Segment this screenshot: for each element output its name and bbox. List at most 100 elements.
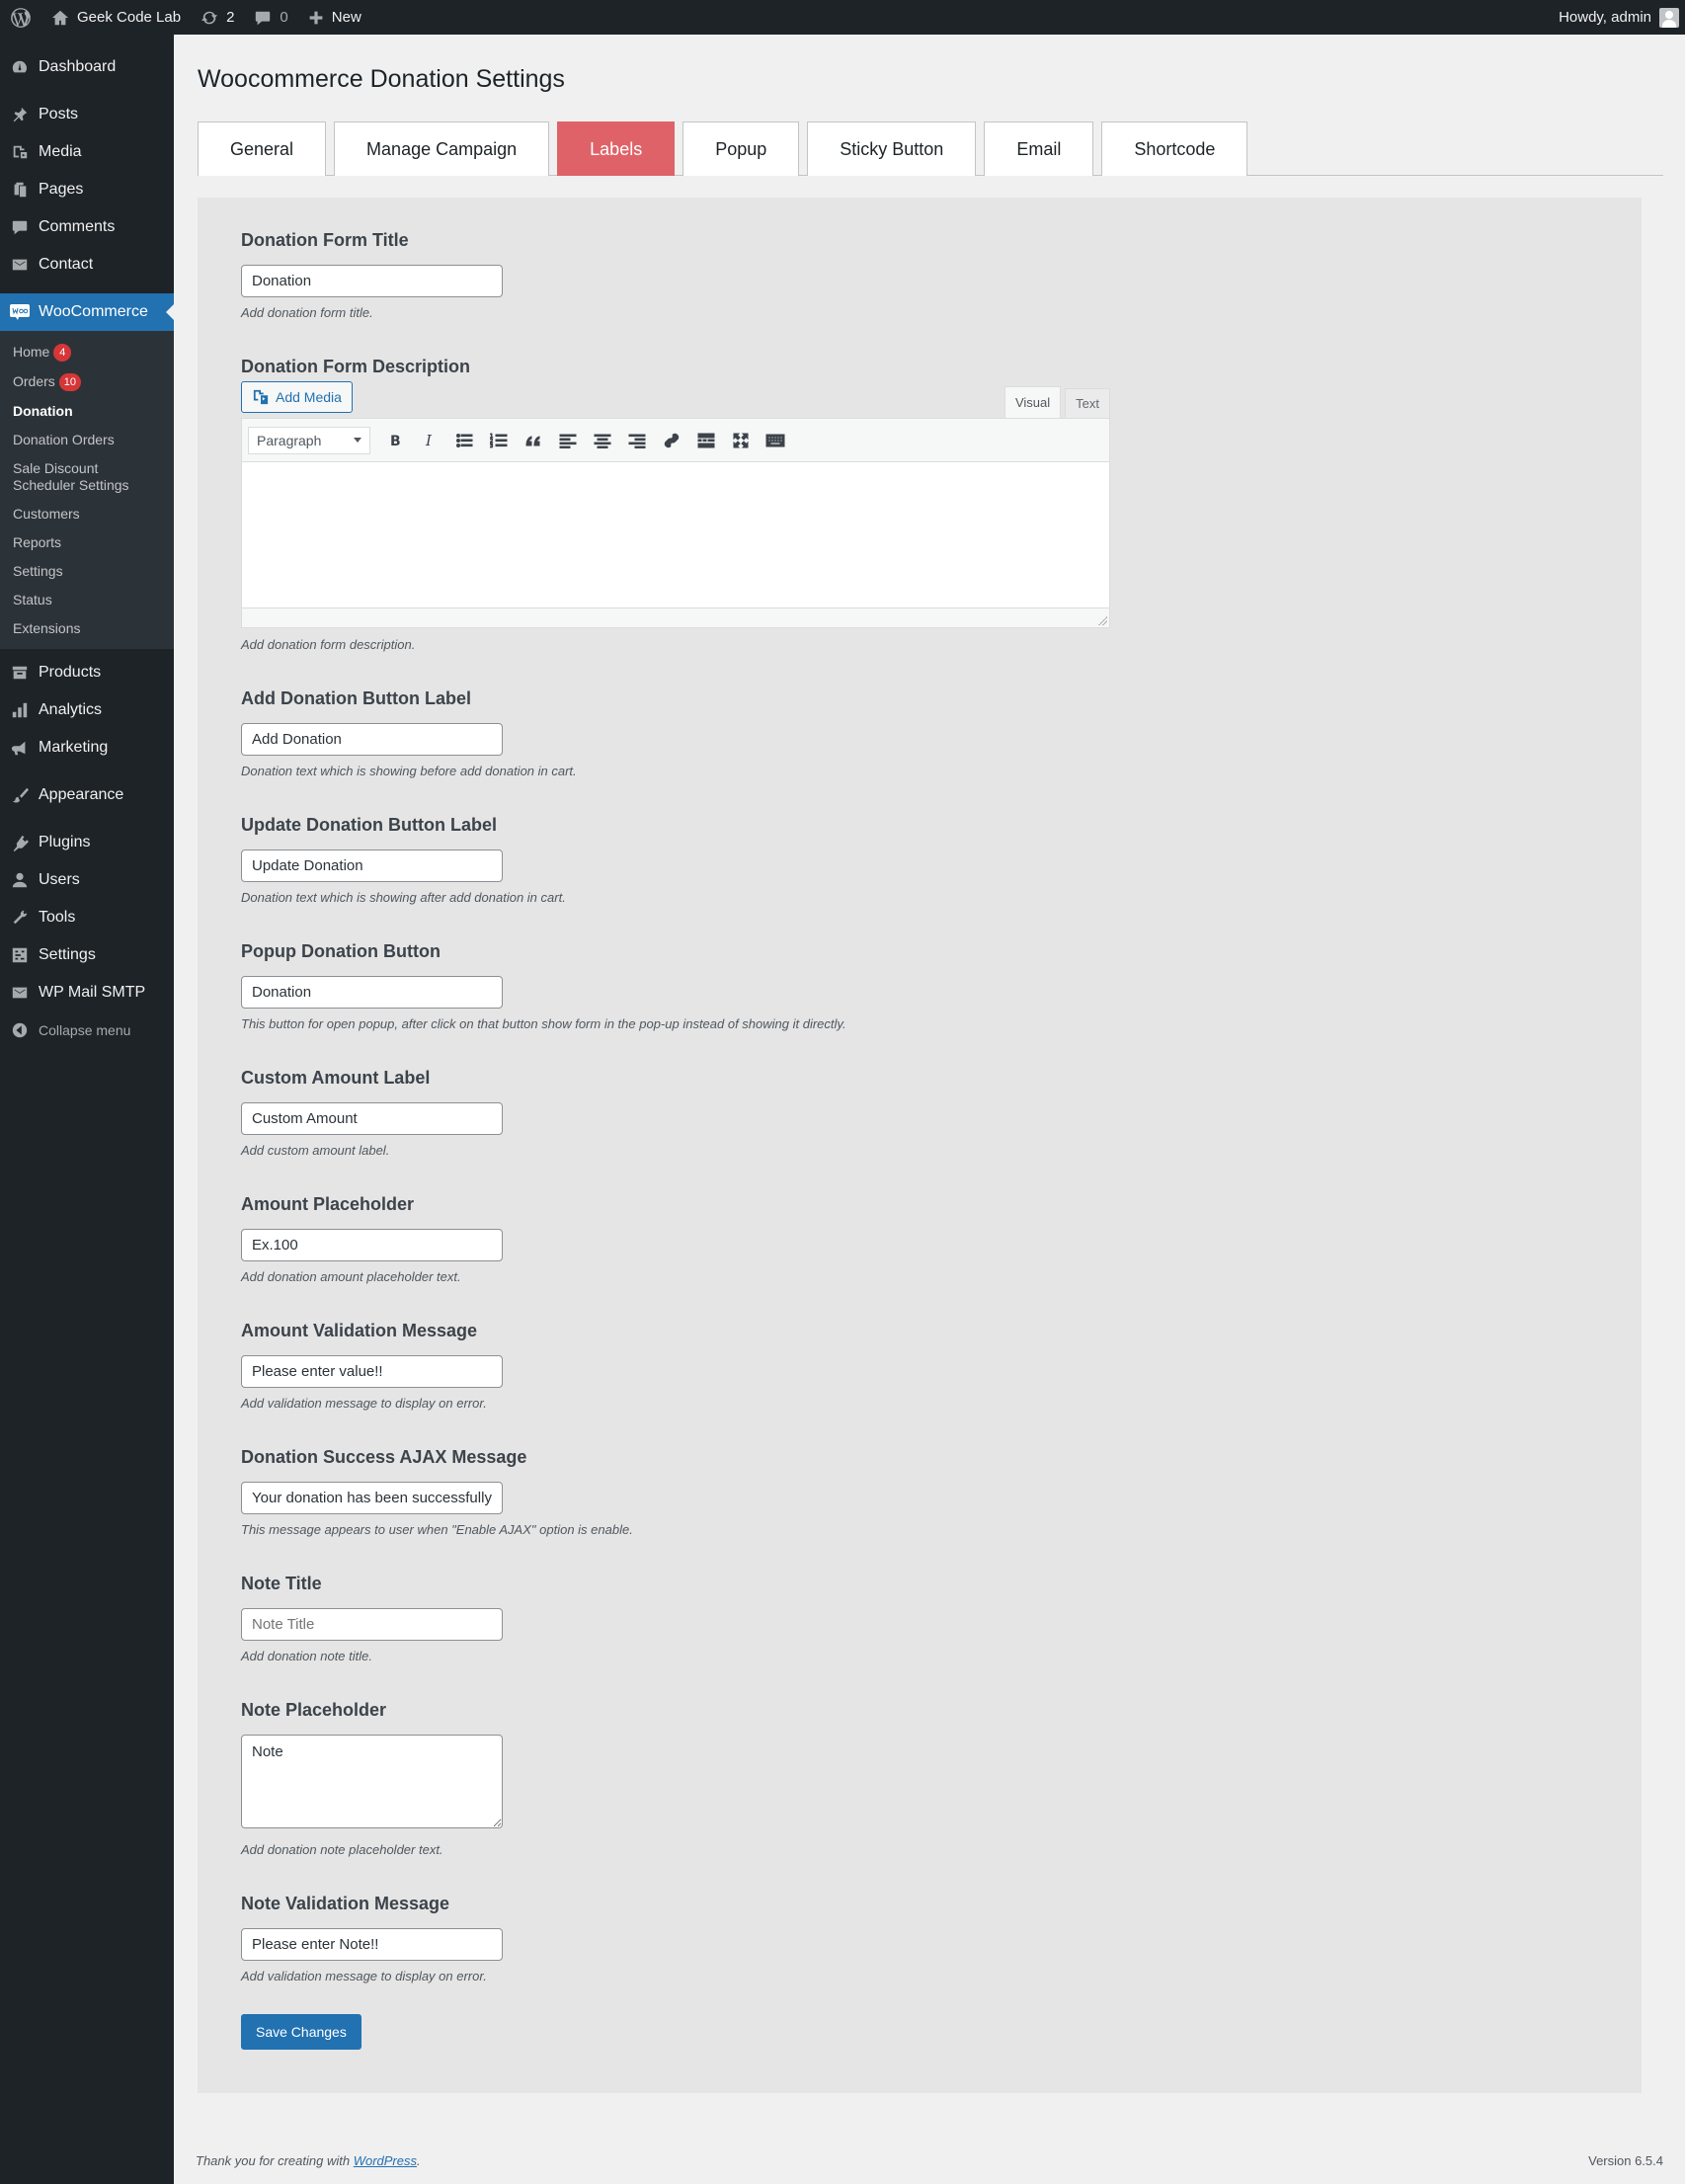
submenu-home[interactable]: Home 4 (0, 338, 174, 367)
editor-tab-text[interactable]: Text (1065, 388, 1110, 418)
menu-contact[interactable]: Contact (0, 246, 174, 283)
menu-tools[interactable]: Tools (0, 899, 174, 936)
pin-icon (10, 105, 30, 124)
submenu-extensions[interactable]: Extensions (0, 614, 174, 643)
tab-manage-campaign[interactable]: Manage Campaign (334, 121, 550, 176)
menu-woocommerce[interactable]: WooCommerce (0, 293, 174, 331)
submenu-sale-discount[interactable]: Sale Discount Scheduler Settings (0, 454, 148, 500)
editor-tab-visual[interactable]: Visual (1003, 386, 1062, 418)
menu-marketing[interactable]: Marketing (0, 729, 174, 767)
field-help: Add validation message to display on err… (241, 1969, 487, 1983)
donation-success-ajax-message-input[interactable] (241, 1482, 503, 1514)
update-donation-button-label-input[interactable] (241, 849, 503, 882)
menu-appearance[interactable]: Appearance (0, 776, 174, 814)
field-amount-validation-message: Amount Validation Message Add validation… (241, 1320, 1598, 1412)
account-menu[interactable]: Howdy, admin (1549, 0, 1685, 35)
menu-comments[interactable]: Comments (0, 208, 174, 246)
add-donation-button-label-input[interactable] (241, 723, 503, 756)
submenu-orders[interactable]: Orders 10 (0, 367, 174, 397)
tab-popup[interactable]: Popup (682, 121, 800, 176)
donation-form-title-input[interactable] (241, 265, 503, 297)
menu-pages[interactable]: Pages (0, 171, 174, 208)
submenu-status[interactable]: Status (0, 586, 174, 614)
svg-text:B: B (390, 434, 401, 448)
custom-amount-label-input[interactable] (241, 1102, 503, 1135)
field-help: Add validation message to display on err… (241, 1396, 487, 1411)
pages-icon (10, 180, 30, 200)
submenu-settings[interactable]: Settings (0, 557, 174, 586)
bold-button[interactable]: B (378, 426, 411, 455)
align-left-button[interactable] (551, 426, 584, 455)
add-media-icon (253, 389, 269, 405)
wordpress-link[interactable]: WordPress (354, 2153, 417, 2168)
tab-sticky-button[interactable]: Sticky Button (807, 121, 977, 176)
popup-donation-button-input[interactable] (241, 976, 503, 1009)
editor-toolbar: Paragraph B I 123 (242, 419, 1109, 462)
menu-dashboard[interactable]: Dashboard (0, 48, 174, 86)
note-title-input[interactable] (241, 1608, 503, 1641)
field-donation-form-description: Donation Form Description Add Media Visu… (241, 356, 1598, 653)
menu-wp-mail-smtp[interactable]: WP Mail SMTP (0, 974, 174, 1011)
format-select[interactable]: Paragraph (248, 426, 370, 454)
menu-label: Settings (39, 946, 96, 963)
read-more-button[interactable] (689, 426, 722, 455)
new-content-link[interactable]: New (298, 0, 371, 35)
menu-plugins[interactable]: Plugins (0, 824, 174, 861)
tab-shortcode[interactable]: Shortcode (1101, 121, 1248, 176)
comments-link[interactable]: 0 (244, 0, 297, 35)
submenu-donation-orders[interactable]: Donation Orders (0, 426, 174, 454)
italic-button[interactable]: I (413, 426, 445, 455)
submenu-reports[interactable]: Reports (0, 528, 174, 557)
toolbar-toggle-button[interactable] (759, 426, 791, 455)
bullet-list-button[interactable] (447, 426, 480, 455)
add-media-label: Add Media (276, 389, 342, 405)
menu-label: Media (39, 143, 82, 160)
dashboard-icon (10, 57, 30, 77)
add-media-button[interactable]: Add Media (241, 381, 353, 413)
field-help: Add donation note placeholder text. (241, 1842, 443, 1857)
tab-email[interactable]: Email (984, 121, 1094, 176)
site-name-link[interactable]: Geek Code Lab (41, 0, 191, 35)
menu-media[interactable]: Media (0, 133, 174, 171)
note-validation-message-input[interactable] (241, 1928, 503, 1961)
resize-handle-icon[interactable] (1097, 615, 1107, 625)
amount-placeholder-input[interactable] (241, 1229, 503, 1261)
submenu-customers[interactable]: Customers (0, 500, 174, 528)
amount-validation-message-input[interactable] (241, 1355, 503, 1388)
link-icon (664, 433, 679, 447)
home-badge: 4 (53, 344, 72, 362)
menu-users[interactable]: Users (0, 861, 174, 899)
numbered-list-button[interactable]: 123 (482, 426, 515, 455)
menu-label: Dashboard (39, 58, 117, 75)
menu-products[interactable]: Products (0, 654, 174, 691)
bold-icon: B (390, 434, 401, 448)
italic-icon: I (425, 433, 433, 448)
menu-analytics[interactable]: Analytics (0, 691, 174, 729)
submenu-donation[interactable]: Donation (0, 397, 174, 426)
insert-link-button[interactable] (655, 426, 687, 455)
align-center-button[interactable] (586, 426, 618, 455)
fullscreen-button[interactable] (724, 426, 757, 455)
tab-labels[interactable]: Labels (557, 121, 676, 176)
field-label: Donation Form Title (241, 230, 409, 250)
comment-icon (256, 11, 271, 25)
menu-settings[interactable]: Settings (0, 936, 174, 974)
save-changes-button[interactable]: Save Changes (241, 2014, 361, 2050)
menu-posts[interactable]: Posts (0, 96, 174, 133)
align-right-button[interactable] (620, 426, 653, 455)
footer-version: Version 6.5.4 (1588, 2153, 1663, 2168)
menu-label: Pages (39, 181, 84, 198)
updates-link[interactable]: 2 (191, 0, 244, 35)
admin-sidebar: Dashboard Posts Media Pages Comments Con… (0, 35, 174, 2184)
tab-general[interactable]: General (198, 121, 327, 176)
field-label: Amount Validation Message (241, 1321, 478, 1340)
wordpress-logo-button[interactable] (0, 0, 41, 35)
field-update-donation-button-label: Update Donation Button Label Donation te… (241, 814, 1598, 906)
field-donation-success-ajax-message: Donation Success AJAX Message This messa… (241, 1446, 1598, 1538)
blockquote-button[interactable] (517, 426, 549, 455)
plugin-icon (10, 833, 30, 852)
collapse-menu-button[interactable]: Collapse menu (0, 1011, 174, 1049)
note-placeholder-textarea[interactable]: Note (241, 1735, 503, 1828)
editor-content-area[interactable] (242, 462, 1109, 607)
plus-icon (309, 11, 323, 24)
